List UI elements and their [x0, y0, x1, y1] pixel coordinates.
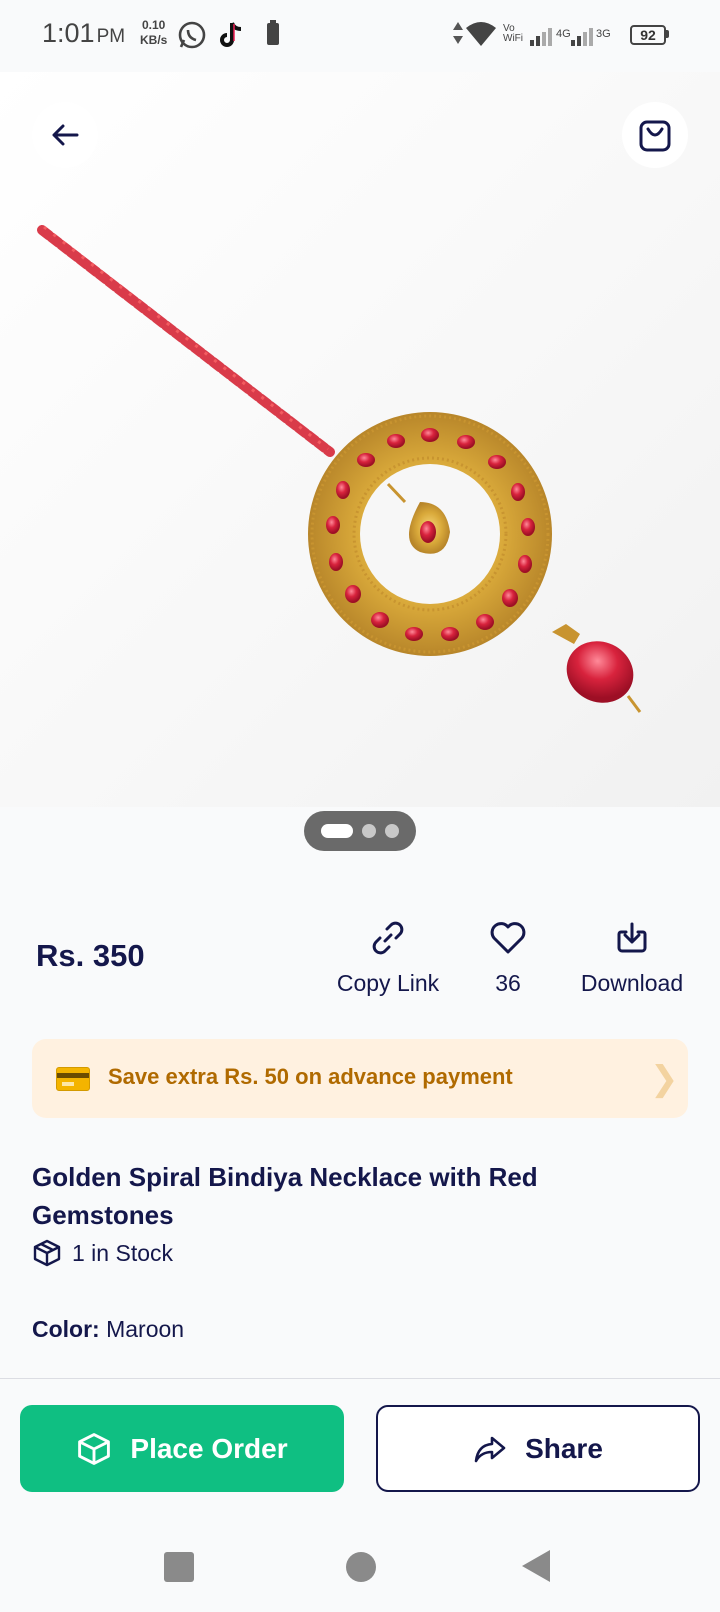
- system-nav-bar: [0, 1520, 720, 1612]
- status-bar: 1:01 PM 0.10 KB/s Vo WiFi 4G 3G 92: [0, 0, 720, 72]
- stock-text: 1 in Stock: [72, 1239, 173, 1266]
- download-button[interactable]: Download: [576, 918, 688, 997]
- battery-saver-icon: [266, 20, 280, 51]
- promo-text: Save extra Rs. 50 on advance payment: [108, 1064, 513, 1089]
- whatsapp-icon: [177, 20, 207, 55]
- carousel-dot-1[interactable]: [321, 824, 353, 838]
- shopping-bag-icon: [639, 120, 671, 152]
- battery-level: 92: [630, 25, 666, 45]
- system-back-button[interactable]: [522, 1550, 550, 1582]
- share-label: Share: [525, 1432, 603, 1464]
- product-image[interactable]: [0, 72, 720, 807]
- image-carousel-indicator[interactable]: [304, 811, 416, 851]
- network-3g-label: 3G: [596, 28, 611, 40]
- share-button[interactable]: Share: [376, 1405, 700, 1492]
- necklace-illustration: [37, 225, 642, 713]
- place-order-button[interactable]: Place Order: [20, 1405, 344, 1492]
- vowifi-label: Vo WiFi: [503, 23, 523, 44]
- copy-link-button[interactable]: Copy Link: [334, 918, 442, 997]
- cart-button[interactable]: [622, 102, 688, 168]
- battery-tip: [666, 30, 669, 38]
- credit-card-icon: [56, 1067, 90, 1091]
- heart-icon: [490, 922, 526, 954]
- tiktok-icon: [218, 20, 246, 55]
- product-price: Rs. 350: [36, 938, 145, 973]
- like-button[interactable]: 36: [480, 918, 536, 997]
- bottom-divider: [0, 1378, 720, 1379]
- copy-link-label: Copy Link: [336, 970, 440, 996]
- box-icon: [78, 1432, 111, 1465]
- color-label: Color:: [32, 1316, 100, 1342]
- box-icon: [33, 1239, 61, 1267]
- chevron-right-icon: ❯: [650, 1060, 679, 1098]
- network-4g-label: 4G: [556, 28, 571, 40]
- like-count: 36: [495, 970, 521, 996]
- advance-payment-banner[interactable]: Save extra Rs. 50 on advance payment ❯: [32, 1039, 688, 1118]
- stock-info: 1 in Stock: [32, 1238, 173, 1268]
- arrow-left-icon: [52, 124, 79, 146]
- signal-bars-2-icon: [571, 28, 595, 51]
- share-arrow-icon: [474, 1436, 506, 1462]
- data-arrows-icon: [452, 22, 464, 49]
- product-title: Golden Spiral Bindiya Necklace with Red …: [32, 1162, 538, 1230]
- home-button[interactable]: [346, 1552, 376, 1582]
- wifi-icon: [466, 22, 496, 51]
- status-time: 1:01 PM: [42, 18, 126, 48]
- link-icon: [372, 921, 404, 955]
- download-label: Download: [580, 970, 684, 996]
- back-button[interactable]: [32, 102, 98, 168]
- download-icon: [617, 922, 647, 953]
- recents-button[interactable]: [164, 1552, 194, 1582]
- color-info: Color: Maroon: [32, 1316, 184, 1343]
- network-speed: 0.10 KB/s: [140, 18, 168, 47]
- place-order-label: Place Order: [130, 1432, 288, 1464]
- color-value: Maroon: [106, 1316, 185, 1342]
- signal-bars-icon: [530, 28, 554, 51]
- carousel-dot-2[interactable]: [362, 824, 376, 838]
- carousel-dot-3[interactable]: [385, 824, 399, 838]
